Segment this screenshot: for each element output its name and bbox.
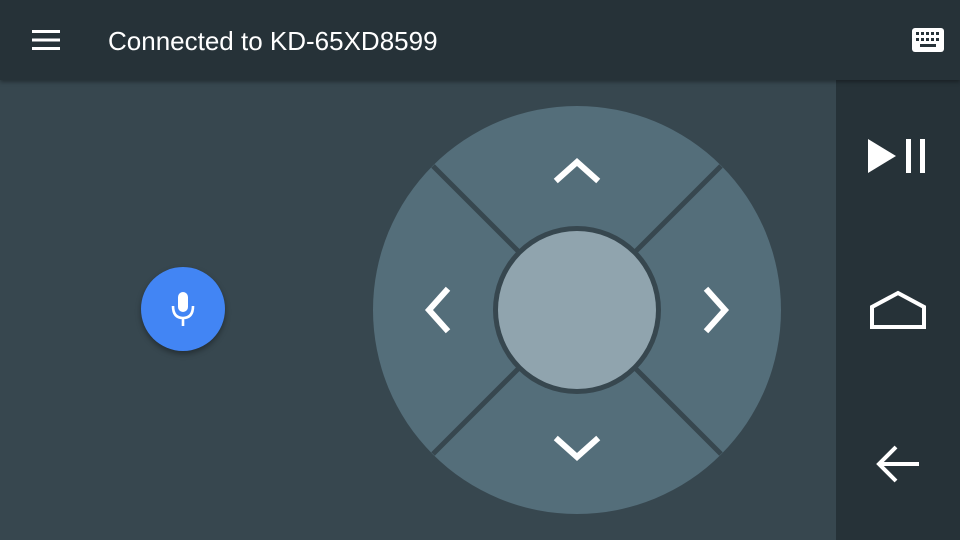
hamburger-menu-icon [32,30,60,50]
microphone-icon [171,292,195,326]
play-pause-button[interactable] [836,106,960,206]
home-icon [870,290,926,329]
directional-pad [373,106,781,514]
play-pause-icon [868,139,925,173]
home-button[interactable] [836,260,960,360]
app-bar: Connected to KD-65XD8599 [0,0,960,80]
dpad-center-select-button[interactable] [498,231,656,389]
menu-button[interactable] [22,18,70,62]
remote-control-app: Connected to KD-65XD8599 [0,0,960,540]
back-arrow-icon [876,445,919,483]
back-button[interactable] [836,414,960,514]
media-control-panel [836,80,960,540]
voice-search-button[interactable] [141,267,225,351]
keyboard-icon [912,28,944,52]
keyboard-button[interactable] [908,20,948,60]
page-title: Connected to KD-65XD8599 [108,26,438,56]
